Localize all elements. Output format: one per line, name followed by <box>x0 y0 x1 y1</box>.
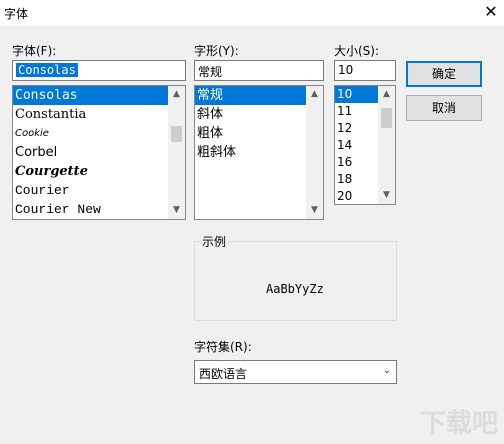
size-item[interactable]: 12 <box>335 120 378 137</box>
font-item-corbel[interactable]: Corbel <box>13 143 168 162</box>
font-item-courgette[interactable]: Courgette <box>13 162 168 181</box>
size-input-value: 10 <box>338 63 354 77</box>
window-title: 字体 <box>4 7 29 21</box>
charset-select[interactable]: 西欧语言 ⌄ <box>194 360 397 384</box>
scroll-down-icon[interactable]: ▼ <box>378 187 395 204</box>
font-item-cookie[interactable]: Cookie <box>13 124 168 143</box>
size-item[interactable]: 18 <box>335 171 378 188</box>
font-list-scrollbar[interactable]: ▲ ▼ <box>168 86 185 219</box>
font-item-consolas[interactable]: Consolas <box>13 86 168 105</box>
style-item-italic[interactable]: 斜体 <box>195 105 306 124</box>
chevron-down-icon: ⌄ <box>382 365 391 376</box>
sample-text: AaBbYyZz <box>266 282 324 296</box>
style-list-scrollbar[interactable]: ▲ ▼ <box>306 86 323 219</box>
font-list[interactable]: Consolas Constantia Cookie Corbel Courge… <box>12 85 186 220</box>
style-item-bold[interactable]: 粗体 <box>195 124 306 143</box>
close-icon[interactable]: ✕ <box>482 3 500 21</box>
title-bar: 字体 ✕ <box>0 0 504 27</box>
style-input-value: 常规 <box>198 65 223 79</box>
size-item[interactable]: 16 <box>335 154 378 171</box>
scroll-thumb[interactable] <box>381 108 392 128</box>
font-input[interactable]: Consolas <box>12 60 186 81</box>
size-label: 大小(S): <box>334 44 380 58</box>
size-list-scrollbar[interactable]: ▲ ▼ <box>378 86 395 204</box>
scroll-up-icon[interactable]: ▲ <box>168 86 185 103</box>
scroll-thumb[interactable] <box>171 126 182 142</box>
size-item[interactable]: 20 <box>335 188 378 204</box>
style-input[interactable]: 常规 <box>194 60 324 81</box>
style-list[interactable]: 常规 斜体 粗体 粗斜体 ▲ ▼ <box>194 85 324 220</box>
scroll-up-icon[interactable]: ▲ <box>378 86 395 103</box>
charset-label: 字符集(R): <box>194 340 252 354</box>
style-item-regular[interactable]: 常规 <box>195 86 306 105</box>
size-item[interactable]: 10 <box>335 86 378 103</box>
size-list[interactable]: 10 11 12 14 16 18 20 ▲ ▼ <box>334 85 396 205</box>
font-item-constantia[interactable]: Constantia <box>13 105 168 124</box>
ok-button[interactable]: 确定 <box>406 61 482 87</box>
charset-value: 西欧语言 <box>199 367 248 381</box>
font-dialog: 字体 ✕ 字体(F): Consolas Consolas Constantia… <box>0 0 504 444</box>
style-item-bold-italic[interactable]: 粗斜体 <box>195 143 306 162</box>
font-item-courier-new[interactable]: Courier New <box>13 200 168 219</box>
sample-label: 示例 <box>200 233 229 250</box>
scroll-down-icon[interactable]: ▼ <box>306 202 323 219</box>
font-item-courier[interactable]: Courier <box>13 181 168 200</box>
sample-group <box>194 241 397 321</box>
style-label: 字形(Y): <box>194 44 239 58</box>
size-item[interactable]: 11 <box>335 103 378 120</box>
scroll-down-icon[interactable]: ▼ <box>168 202 185 219</box>
size-item[interactable]: 14 <box>335 137 378 154</box>
scroll-up-icon[interactable]: ▲ <box>306 86 323 103</box>
cancel-button[interactable]: 取消 <box>406 95 482 121</box>
font-input-value: Consolas <box>16 63 78 77</box>
size-input[interactable]: 10 <box>334 60 396 81</box>
font-label: 字体(F): <box>12 44 57 58</box>
watermark-logo: 下载吧 <box>419 409 498 439</box>
